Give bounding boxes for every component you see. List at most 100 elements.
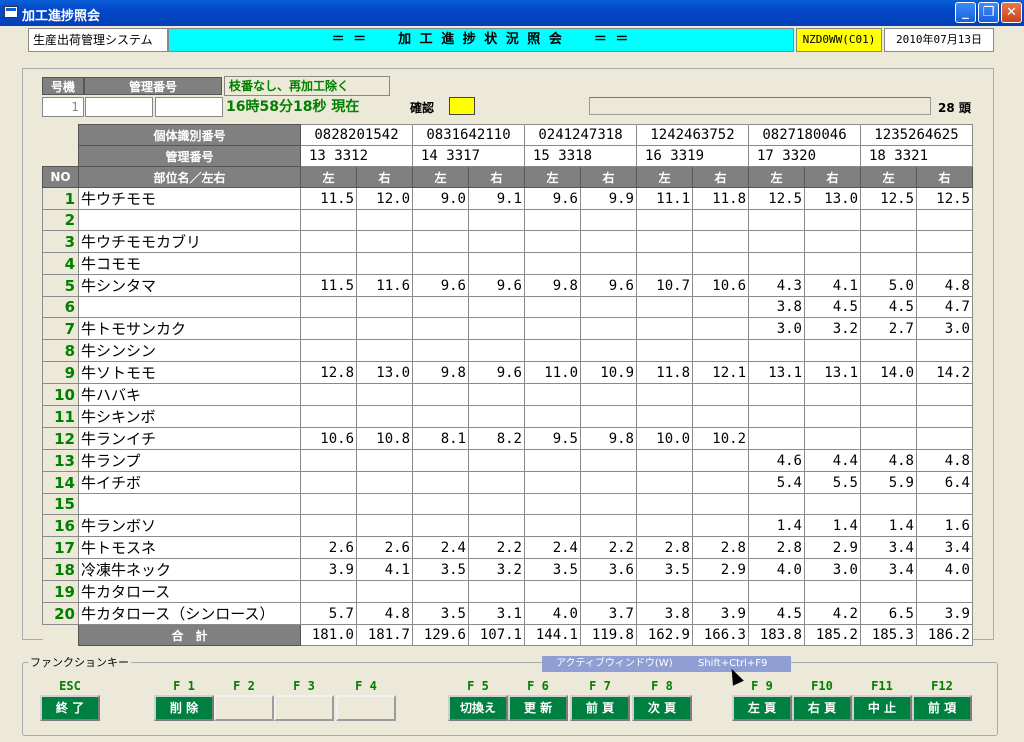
close-button[interactable]: ✕ — [1001, 2, 1022, 23]
part-name: 牛ウチモモカブリ — [78, 230, 301, 253]
table-row[interactable]: 15 — [42, 493, 973, 515]
weight-cell — [412, 493, 469, 515]
weight-cell — [580, 209, 637, 231]
fkey-button-f3[interactable] — [274, 695, 334, 721]
system-name: 生産出荷管理システム — [28, 28, 168, 52]
weight-cell: 11.8 — [692, 187, 749, 210]
kanri-input-1[interactable] — [85, 97, 153, 117]
part-name: 牛トモスネ — [78, 536, 301, 559]
weight-cell: 9.8 — [580, 427, 637, 450]
grid-corner-blank — [42, 145, 79, 167]
weight-cell: 3.4 — [860, 558, 917, 581]
fkey-label-f3: F 3 — [293, 679, 315, 693]
weight-cell — [580, 383, 637, 406]
table-row[interactable]: 12 牛ランイチ 10.6 10.8 8.1 8.2 9.5 9.8 10.0 10.2 — [42, 427, 973, 450]
fkey-button-f8[interactable]: 次 頁 — [632, 695, 692, 721]
fkey-label-f2: F 2 — [233, 679, 255, 693]
row-number: 3 — [42, 230, 79, 253]
weight-cell: 10.6 — [692, 274, 749, 297]
fkey-button-f12[interactable]: 前 項 — [912, 695, 972, 721]
table-row[interactable]: 8 牛シンシン — [42, 339, 973, 362]
weight-cell — [804, 427, 861, 450]
weight-cell — [468, 580, 525, 603]
kakunin-indicator[interactable] — [449, 97, 475, 115]
left-header: 左 — [636, 166, 693, 188]
table-row[interactable]: 5 牛シンタマ 11.5 11.6 9.6 9.6 9.8 9.6 10.7 10.6 4.3 4.1… — [42, 274, 973, 297]
table-row[interactable]: 19 牛カタロース — [42, 580, 973, 603]
table-row[interactable]: 13 牛ランプ 4.6 4.4 4.8 4.8 — [42, 449, 973, 472]
weight-cell — [412, 405, 469, 428]
total-cell: 162.9 — [636, 624, 693, 646]
table-row[interactable]: 9 牛ソトモモ 12.8 13.0 9.8 9.6 11.0 10.9 11.8 12.1 13.1… — [42, 361, 973, 384]
fkey-button-f9[interactable]: 左 頁 — [732, 695, 792, 721]
weight-cell: 4.8 — [916, 274, 973, 297]
weight-cell: 6.4 — [916, 471, 973, 494]
table-row[interactable]: 11 牛シキンボ — [42, 405, 973, 428]
minimize-button[interactable]: _ — [955, 2, 976, 23]
window-title: 加工進捗照会 — [22, 9, 101, 24]
part-name: 牛シンタマ — [78, 274, 301, 297]
weight-cell — [300, 514, 357, 537]
fkey-button-f7[interactable]: 前 頁 — [570, 695, 630, 721]
fkey-button-f11[interactable]: 中 止 — [852, 695, 912, 721]
weight-cell — [524, 296, 581, 318]
weight-cell: 13.1 — [804, 361, 861, 384]
table-row[interactable]: 2 — [42, 209, 973, 231]
fkey-button-f6[interactable]: 更 新 — [508, 695, 568, 721]
kanri-input-2[interactable] — [155, 97, 223, 117]
weight-cell — [580, 471, 637, 494]
part-name: 牛ランイチ — [78, 427, 301, 450]
weight-cell: 11.1 — [636, 187, 693, 210]
table-row[interactable]: 17 牛トモスネ 2.6 2.6 2.4 2.2 2.4 2.2 2.8 2.8 2.8 2.9 3.4… — [42, 536, 973, 559]
fkey-button-esc[interactable]: 終 了 — [40, 695, 100, 721]
weight-cell: 12.5 — [748, 187, 805, 210]
fkey-button-f2[interactable] — [214, 695, 274, 721]
animal-mgmt-number: 14 3317 — [412, 145, 525, 167]
table-row[interactable]: 6 3.8 4.5 4.5 4.7 — [42, 296, 973, 318]
weight-cell — [300, 339, 357, 362]
weight-cell: 4.8 — [356, 602, 413, 625]
weight-cell — [804, 493, 861, 515]
weight-cell — [692, 383, 749, 406]
row-number: 10 — [42, 383, 79, 406]
table-row[interactable]: 14 牛イチボ 5.4 5.5 5.9 6.4 — [42, 471, 973, 494]
fkey-button-f4[interactable] — [336, 695, 396, 721]
fkey-button-f10[interactable]: 右 頁 — [792, 695, 852, 721]
gouki-input[interactable]: 1 — [42, 97, 84, 117]
table-row[interactable]: 18 冷凍牛ネック 3.9 4.1 3.5 3.2 3.5 3.6 3.5 2.9 4.0 3.0 3.… — [42, 558, 973, 581]
weight-cell — [300, 405, 357, 428]
table-row[interactable]: 3 牛ウチモモカブリ — [42, 230, 973, 253]
weight-cell: 14.2 — [916, 361, 973, 384]
fkey-button-f5[interactable]: 切換え — [448, 695, 508, 721]
fkey-label-f8: F 8 — [651, 679, 673, 693]
weight-cell: 3.8 — [748, 296, 805, 318]
weight-cell — [692, 296, 749, 318]
table-row[interactable]: 7 牛トモサンカク 3.0 3.2 2.7 3.0 — [42, 317, 973, 340]
weight-cell — [860, 383, 917, 406]
table-row[interactable]: 16 牛ランボソ 1.4 1.4 1.4 1.6 — [42, 514, 973, 537]
weight-cell: 11.0 — [524, 361, 581, 384]
weight-cell: 4.0 — [524, 602, 581, 625]
function-key-legend: ファンクションキー — [28, 654, 131, 670]
part-name: 牛シキンボ — [78, 405, 301, 428]
weight-cell — [580, 449, 637, 472]
right-header: 右 — [356, 166, 413, 188]
maximize-button[interactable]: ❐ — [978, 2, 999, 23]
weight-cell: 4.5 — [860, 296, 917, 318]
weight-cell — [524, 317, 581, 340]
weight-cell: 3.5 — [412, 602, 469, 625]
weight-cell: 3.5 — [636, 558, 693, 581]
table-row[interactable]: 10 牛ハバキ — [42, 383, 973, 406]
weight-cell — [916, 339, 973, 362]
weight-cell: 6.5 — [860, 602, 917, 625]
weight-cell — [860, 405, 917, 428]
weight-cell — [356, 230, 413, 253]
fkey-button-f1[interactable]: 削 除 — [154, 695, 214, 721]
weight-cell — [356, 405, 413, 428]
table-row[interactable]: 20 牛カタロース（シンロース） 5.7 4.8 3.5 3.1 4.0 3.7 3.8 3.9 4… — [42, 602, 973, 625]
table-row[interactable]: 1 牛ウチモモ 11.5 12.0 9.0 9.1 9.6 9.9 11.1 11.8 12.5 13… — [42, 187, 973, 210]
table-row[interactable]: 4 牛コモモ — [42, 252, 973, 275]
row-number: 20 — [42, 602, 79, 625]
weight-cell: 14.0 — [860, 361, 917, 384]
weight-cell: 2.8 — [748, 536, 805, 559]
